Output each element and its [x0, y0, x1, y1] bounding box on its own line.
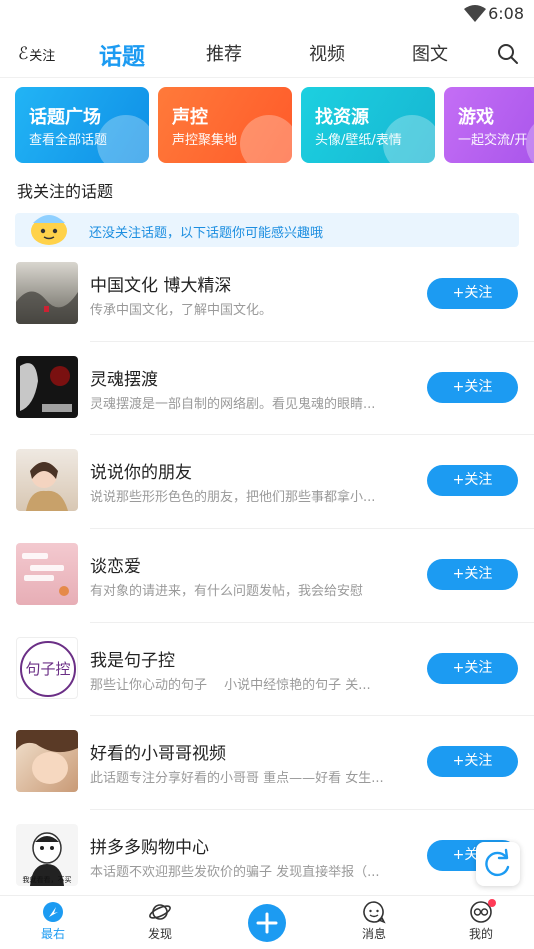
topic-desc: 灵魂摆渡是一部自制的网络剧。看见鬼魂的眼睛... — [90, 396, 376, 412]
microphone-icon — [240, 115, 292, 163]
category-subtitle: 声控聚集地 — [172, 133, 238, 148]
topic-name: 谈恋爱 — [90, 557, 141, 578]
topic-name: 我是句子控 — [90, 650, 175, 671]
topic-name: 好看的小哥哥视频 — [90, 744, 226, 765]
follow-button[interactable]: +关注 — [427, 559, 518, 591]
topic-name: 说说你的朋友 — [90, 463, 192, 484]
nav-label: 最右 — [40, 927, 65, 941]
topic-thumbnail: 我就看看，不买 — [16, 824, 78, 887]
topic-desc: 此话题专注分享好看的小哥哥 重点——好看 女生... — [90, 771, 384, 787]
notification-dot — [488, 899, 496, 907]
empty-follow-notice: 还没关注话题，以下话题你可能感兴趣哦 — [15, 213, 519, 247]
nav-label: 我的 — [468, 927, 493, 941]
topic-name: 中国文化 博大精深 — [90, 276, 232, 296]
refresh-icon — [485, 848, 510, 877]
nav-discover[interactable]: 发现 — [125, 900, 195, 942]
notice-text: 还没关注话题，以下话题你可能感兴趣哦 — [89, 226, 324, 241]
wifi-icon — [464, 5, 486, 22]
topic-thumbnail: 句子控 — [16, 636, 78, 699]
category-voice[interactable]: 声控 声控聚集地 — [158, 87, 292, 163]
topic-row[interactable]: 我就看看，不买 拼多多购物中心 本话题不欢迎那些发砍价的骗子 发现直接举报（..… — [0, 810, 534, 904]
follow-button[interactable]: +关注 — [427, 465, 518, 497]
follow-button[interactable]: +关注 — [427, 746, 518, 778]
tab-video[interactable]: 视频 — [287, 40, 367, 66]
follow-button[interactable]: +关注 — [427, 278, 518, 309]
category-subtitle: 一起交流/开 — [458, 133, 528, 148]
thumb-sentence-text: 句子控 — [25, 660, 70, 678]
category-resources[interactable]: 找资源 头像/壁纸/表情 — [301, 87, 435, 163]
plus-icon — [256, 912, 278, 934]
topic-row[interactable]: 句子控 我是句子控 那些让你心动的句子 小说中经惊艳的句子 关... +关注 — [0, 623, 534, 717]
follow-entry-label: 关注 — [29, 48, 56, 64]
topic-row[interactable]: 中国文化 博大精深 传承中国文化，了解中国文化。 +关注 — [0, 248, 534, 342]
refresh-button[interactable] — [476, 842, 520, 886]
category-topic-square[interactable]: 话题广场 查看全部话题 — [15, 87, 149, 163]
nav-messages[interactable]: 消息 — [339, 900, 409, 942]
follow-entry-button[interactable]: ℰ 关注 — [18, 44, 55, 64]
category-title: 游戏 — [458, 107, 494, 128]
message-face-icon — [363, 901, 386, 924]
tab-topics[interactable]: 话题 — [82, 37, 162, 71]
topic-thumbnail — [16, 449, 78, 512]
section-title: 我关注的话题 — [17, 182, 114, 201]
topic-row[interactable]: 说说你的朋友 说说那些形形色色的朋友，把他们那些事都拿小... +关注 — [0, 435, 534, 530]
topic-thumbnail — [16, 543, 78, 606]
top-nav: ℰ 关注 话题 推荐 视频 图文 — [0, 30, 534, 78]
home-feather-icon — [43, 902, 63, 922]
topic-desc: 说说那些形形色色的朋友，把他们那些事都拿小... — [90, 490, 376, 506]
nav-label: 发现 — [147, 927, 172, 941]
mascot-icon — [31, 215, 67, 245]
nav-home[interactable]: 最右 — [18, 900, 88, 942]
category-title: 话题广场 — [29, 107, 101, 128]
nav-label: 消息 — [361, 927, 386, 941]
follow-button[interactable]: +关注 — [427, 371, 518, 403]
post-plus-button[interactable] — [248, 904, 286, 942]
topic-name: 拼多多购物中心 — [90, 838, 209, 859]
topic-desc: 有对象的请进来，有什么问题发帖，我会给安慰 — [90, 584, 364, 600]
tab-recommend[interactable]: 推荐 — [184, 40, 264, 66]
topic-name: 灵魂摆渡 — [90, 369, 158, 390]
topic-desc: 那些让你心动的句子 小说中经惊艳的句子 关... — [90, 677, 371, 693]
follow-user-icon: ℰ — [18, 44, 29, 64]
topic-desc: 本话题不欢迎那些发砍价的骗子 发现直接举报（... — [90, 865, 380, 881]
topic-thumbnail — [16, 355, 78, 418]
topic-desc: 传承中国文化，了解中国文化。 — [90, 303, 273, 318]
topic-thumbnail — [16, 262, 78, 324]
tab-image-text[interactable]: 图文 — [390, 40, 470, 66]
topic-list: 中国文化 博大精深 传承中国文化，了解中国文化。 +关注 灵魂摆渡 灵魂摆渡是一… — [0, 248, 534, 904]
category-strip: 话题广场 查看全部话题 声控 声控聚集地 找资源 头像/壁纸/表情 游戏 一起交… — [15, 87, 534, 163]
topic-thumbnail — [16, 730, 78, 793]
category-subtitle: 头像/壁纸/表情 — [315, 133, 402, 148]
nav-profile[interactable]: 我的 — [446, 899, 516, 942]
topic-row[interactable]: 好看的小哥哥视频 此话题专注分享好看的小哥哥 重点——好看 女生... +关注 — [0, 716, 534, 811]
planet-icon — [149, 904, 171, 920]
bottom-nav: 最右 发现 消息 我的 — [0, 895, 534, 949]
category-games[interactable]: 游戏 一起交流/开 — [444, 87, 534, 163]
category-title: 找资源 — [315, 107, 369, 128]
status-time: 6:08 — [488, 4, 524, 23]
category-subtitle: 查看全部话题 — [29, 133, 108, 148]
thumb-meme-text: 我就看看，不买 — [23, 875, 72, 884]
search-icon[interactable] — [496, 42, 520, 66]
follow-button[interactable]: +关注 — [427, 652, 518, 684]
topic-row[interactable]: 谈恋爱 有对象的请进来，有什么问题发帖，我会给安慰 +关注 — [0, 529, 534, 623]
topic-row[interactable]: 灵魂摆渡 灵魂摆渡是一部自制的网络剧。看见鬼魂的眼睛... +关注 — [0, 342, 534, 436]
status-bar: 6:08 — [0, 0, 534, 30]
category-title: 声控 — [172, 107, 208, 128]
